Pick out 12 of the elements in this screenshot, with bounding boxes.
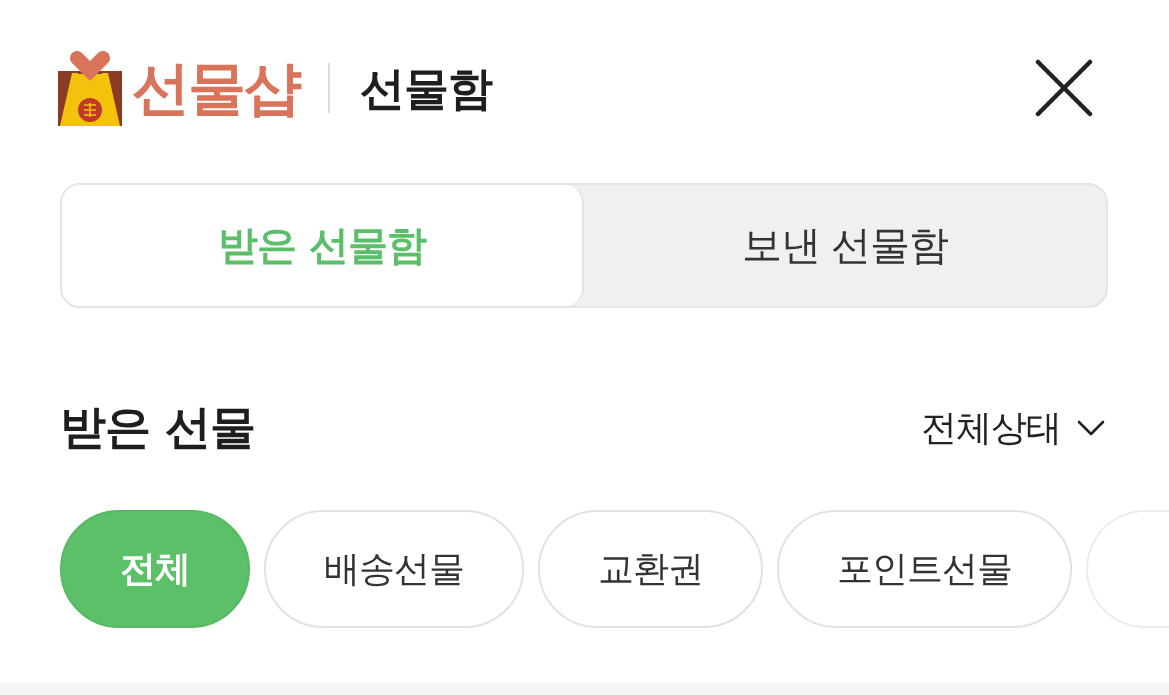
category-chip[interactable]: 교환권 [538,510,763,628]
section-title: 받은 선물 [60,399,255,456]
tab[interactable]: 보낸 선물함 [584,185,1106,306]
category-chip[interactable]: 포인트선물 [777,510,1072,628]
chevron-down-icon [1077,420,1105,436]
category-chip[interactable]: 배송선물 [264,510,524,628]
brand-name: 선물샵 [132,59,300,117]
status-filter-dropdown[interactable]: 전체상태 [921,403,1105,453]
close-icon [1035,59,1093,117]
gift-box-logo-icon [58,50,122,126]
page-title: 선물함 [360,65,492,111]
close-button[interactable] [1035,59,1093,117]
